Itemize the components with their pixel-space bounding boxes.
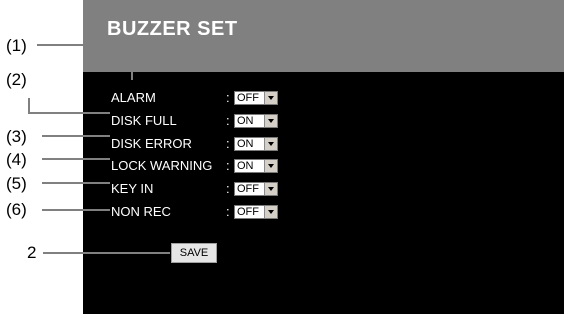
leader-line-1 [37, 44, 133, 80]
callout-1: (1) [6, 36, 27, 55]
callout-3: (3) [6, 127, 27, 146]
callout-4: (4) [6, 150, 27, 169]
callout-save: 2 [27, 243, 37, 262]
callout-leader-lines [28, 44, 170, 254]
callout-6: (6) [6, 200, 27, 219]
leader-line-2 [28, 98, 110, 114]
callout-5: (5) [6, 174, 27, 193]
callout-2: (2) [6, 70, 27, 89]
